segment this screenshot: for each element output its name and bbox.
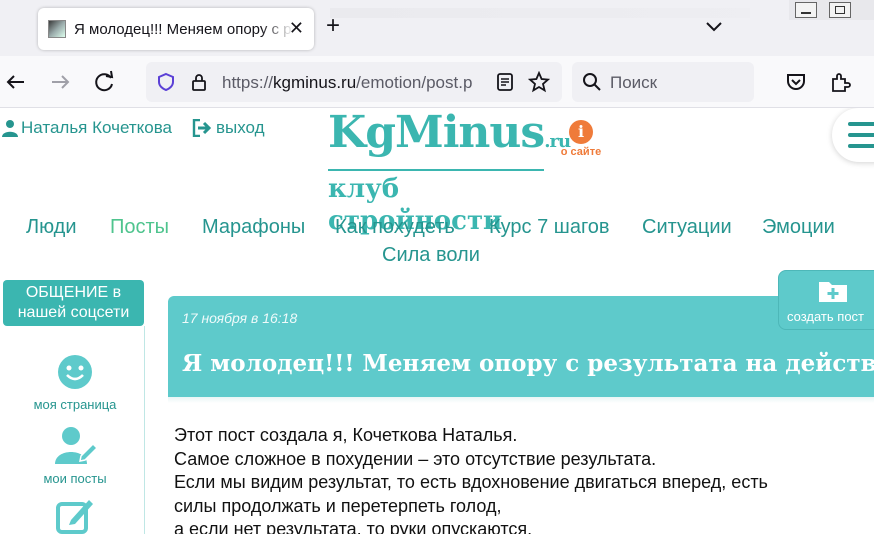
sidebar-item-label: мои посты bbox=[43, 471, 107, 486]
user-name: Наталья Кочеткова bbox=[21, 118, 173, 137]
sidebar-item-my-posts[interactable]: мои посты bbox=[10, 426, 140, 486]
post-text-line: Если мы видим результат, то есть вдохнов… bbox=[174, 472, 768, 492]
chevron-down-icon[interactable] bbox=[704, 16, 724, 36]
post-date: 17 ноября в 16:18 bbox=[182, 310, 298, 326]
search-placeholder: Поиск bbox=[610, 73, 658, 92]
shield-icon[interactable] bbox=[156, 72, 176, 92]
web-page: Наталья Кочеткова выход KgMinus.ru клуб … bbox=[0, 108, 874, 534]
nav-item-7-steps-course[interactable]: Курс 7 шагов bbox=[489, 216, 610, 239]
address-bar[interactable]: https://kgminus.ru/emotion/post.p bbox=[146, 62, 562, 102]
user-icon bbox=[2, 120, 18, 137]
post-header-shadow bbox=[168, 397, 874, 403]
profile-link[interactable]: Наталья Кочеткова bbox=[2, 118, 172, 138]
sidebar-item-my-page[interactable]: моя страница bbox=[10, 354, 140, 412]
nav-item-situations[interactable]: Ситуации bbox=[642, 216, 732, 239]
nav-item-emotions[interactable]: Эмоции bbox=[762, 216, 835, 239]
site-favicon-icon bbox=[48, 20, 66, 38]
logo-wordmark: KgMinus.ru bbox=[328, 108, 571, 158]
social-network-badge[interactable]: ОБЩЕНИЕ в нашей соцсети bbox=[3, 280, 144, 326]
create-post-label: создать пост bbox=[787, 309, 864, 324]
user-edit-icon bbox=[55, 427, 99, 464]
folder-plus-icon bbox=[819, 282, 847, 302]
logout-label: выход bbox=[216, 118, 265, 137]
reader-view-icon[interactable] bbox=[496, 72, 514, 92]
browser-tab-strip: Я молодец!!! Меняем опору с результата н… bbox=[0, 0, 874, 56]
post-body: Этот пост создала я, Кочеткова Наталья. … bbox=[174, 424, 874, 534]
sidebar-divider bbox=[144, 326, 145, 534]
edit-icon bbox=[56, 500, 93, 534]
new-tab-icon[interactable]: + bbox=[326, 14, 340, 38]
nav-item-posts[interactable]: Посты bbox=[110, 216, 169, 239]
nav-item-people[interactable]: Люди bbox=[26, 216, 77, 239]
menu-button[interactable] bbox=[832, 108, 874, 162]
minimize-icon[interactable] bbox=[795, 2, 817, 18]
info-icon: i bbox=[569, 120, 593, 144]
smile-icon bbox=[58, 355, 92, 389]
sidebar-item-label: моя страница bbox=[33, 397, 117, 412]
logo-divider bbox=[328, 169, 544, 171]
extensions-icon[interactable] bbox=[828, 70, 852, 94]
post-text-line: а если нет результата, то руки опускаютс… bbox=[174, 519, 533, 534]
forward-arrow-icon[interactable] bbox=[46, 68, 74, 96]
nav-item-how-to-lose-weight[interactable]: Как похудеть bbox=[335, 216, 455, 239]
about-label: о сайте bbox=[560, 146, 602, 158]
browser-tab-active[interactable]: Я молодец!!! Меняем опору с результата н… bbox=[38, 8, 314, 50]
logout-icon bbox=[192, 119, 212, 137]
post-text-line: Самое сложное в похудении – это отсутств… bbox=[174, 448, 657, 469]
browser-toolbar: https://kgminus.ru/emotion/post.p Поиск bbox=[0, 56, 874, 108]
hamburger-menu-icon-line bbox=[848, 133, 874, 137]
reload-icon[interactable] bbox=[90, 68, 118, 96]
sidebar-item-write[interactable] bbox=[10, 496, 140, 534]
hamburger-menu-icon bbox=[848, 122, 874, 126]
tab-strip-background bbox=[330, 8, 750, 18]
about-site-link[interactable]: i о сайте bbox=[556, 120, 606, 158]
pocket-icon[interactable] bbox=[784, 70, 808, 94]
nav-item-marathons[interactable]: Марафоны bbox=[202, 216, 305, 239]
search-icon bbox=[583, 73, 601, 91]
hamburger-menu-icon-line bbox=[848, 144, 874, 148]
post-header: 17 ноября в 16:18 Я молодец!!! Меняем оп… bbox=[168, 296, 874, 397]
tab-title: Я молодец!!! Меняем опору с результата н… bbox=[74, 20, 294, 38]
post-text-line: силы продолжать и перетерпеть голод, bbox=[174, 495, 502, 516]
window-controls bbox=[789, 0, 874, 20]
url-text: https://kgminus.ru/emotion/post.p bbox=[222, 73, 473, 92]
restore-icon[interactable] bbox=[829, 2, 851, 18]
create-post-button[interactable]: создать пост bbox=[778, 270, 874, 330]
lock-icon[interactable] bbox=[190, 72, 208, 92]
back-arrow-icon[interactable] bbox=[2, 68, 30, 96]
bookmark-star-icon[interactable] bbox=[528, 71, 550, 93]
search-field[interactable]: Поиск bbox=[572, 62, 754, 102]
post-title: Я молодец!!! Меняем опору с результата н… bbox=[182, 350, 874, 377]
nav-item-willpower[interactable]: Сила воли bbox=[382, 244, 480, 267]
post-text-line: Этот пост создала я, Кочеткова Наталья. bbox=[174, 425, 518, 445]
logout-link[interactable]: выход bbox=[192, 118, 265, 138]
close-tab-icon[interactable]: ✕ bbox=[289, 18, 304, 39]
